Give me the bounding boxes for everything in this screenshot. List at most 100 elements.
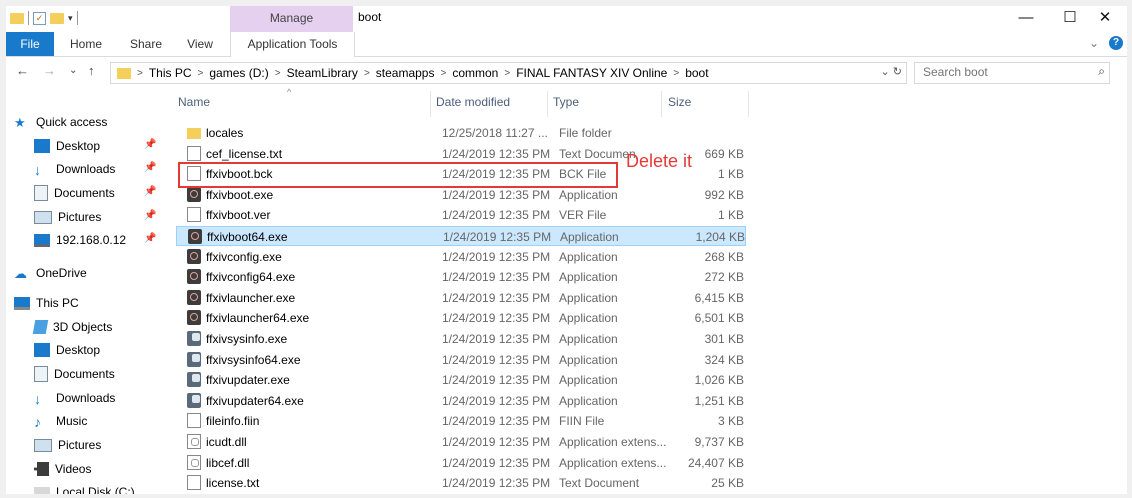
breadcrumb-games-drive[interactable]: games (D:) bbox=[209, 66, 268, 80]
nav-item-label: Documents bbox=[54, 367, 115, 381]
file-row[interactable]: libcef.dll 1/24/2019 12:35 PM Application … bbox=[176, 453, 746, 473]
file-row[interactable]: license.txt 1/24/2019 12:35 PM Text Docume… bbox=[176, 473, 746, 493]
chevron-right-icon[interactable]: > bbox=[198, 68, 204, 79]
refresh-icon[interactable]: ⌄ ↻ bbox=[881, 65, 903, 78]
nav-item-downloads[interactable]: ↓ Downloads bbox=[34, 158, 115, 180]
nav-item-pictures-pc[interactable]: Pictures bbox=[34, 434, 101, 456]
search-box[interactable]: ⌕ bbox=[914, 62, 1110, 84]
nav-item-3d-objects[interactable]: 3D Objects bbox=[32, 316, 112, 338]
new-folder-icon[interactable] bbox=[50, 12, 64, 24]
breadcrumb-boot[interactable]: boot bbox=[685, 66, 708, 80]
help-icon[interactable]: ? bbox=[1109, 36, 1123, 50]
file-date-modified: 1/24/2019 12:35 PM bbox=[442, 414, 551, 429]
nav-item-onedrive[interactable]: ☁ OneDrive bbox=[14, 262, 87, 284]
pin-icon[interactable]: 📌 bbox=[144, 162, 156, 173]
breadcrumb-common[interactable]: common bbox=[452, 66, 498, 80]
file-row[interactable]: ffxivsysinfo.exe 1/24/2019 12:35 PM Applic… bbox=[176, 329, 746, 349]
pin-icon[interactable]: 📌 bbox=[144, 139, 156, 150]
file-row[interactable]: ffxivupdater64.exe 1/24/2019 12:35 PM Appl… bbox=[176, 391, 746, 411]
tab-view[interactable]: View bbox=[180, 32, 220, 56]
file-row[interactable]: fileinfo.fiin 1/24/2019 12:35 PM FIIN File… bbox=[176, 411, 746, 431]
nav-item-label: Quick access bbox=[36, 115, 108, 129]
file-name: cef_license.txt bbox=[206, 146, 283, 161]
nav-item-local-disk[interactable]: Local Disk (C:) bbox=[34, 481, 135, 494]
pin-icon[interactable]: 📌 bbox=[144, 233, 156, 244]
file-size: 992 KB bbox=[704, 187, 744, 202]
nav-item-downloads-pc[interactable]: ↓ Downloads bbox=[34, 387, 115, 409]
nav-item-network-drive[interactable]: 192.168.0.12 bbox=[34, 229, 126, 251]
breadcrumb-ffxiv[interactable]: FINAL FANTASY XIV Online bbox=[516, 66, 667, 80]
file-row[interactable]: icudt.dll 1/24/2019 12:35 PM Application e… bbox=[176, 432, 746, 452]
search-icon[interactable]: ⌕ bbox=[1098, 64, 1105, 79]
nav-item-label: Downloads bbox=[56, 391, 116, 405]
file-name: ffxivsysinfo.exe bbox=[206, 332, 288, 346]
file-row[interactable]: ffxivsysinfo64.exe 1/24/2019 12:35 PM Appl… bbox=[176, 350, 746, 370]
close-button[interactable]: ✕ bbox=[1083, 6, 1127, 32]
nav-item-this-pc[interactable]: This PC bbox=[14, 292, 79, 314]
file-row[interactable]: ffxivconfig.exe 1/24/2019 12:35 PM Applica… bbox=[176, 247, 746, 267]
minimize-button[interactable]: — bbox=[1004, 6, 1048, 32]
nav-item-quick-access[interactable]: ★ Quick access bbox=[14, 111, 107, 133]
nav-item-documents-pc[interactable]: Documents bbox=[34, 363, 115, 385]
customize-toolbar-icon[interactable]: ▾ bbox=[68, 13, 73, 24]
breadcrumb-steamlibrary[interactable]: SteamLibrary bbox=[287, 66, 358, 80]
nav-item-label: Desktop bbox=[56, 139, 101, 153]
file-name: libcef.dll bbox=[206, 455, 250, 470]
sysinfo-app-icon bbox=[187, 331, 201, 346]
nav-item-desktop[interactable]: Desktop bbox=[34, 135, 100, 157]
file-name: ffxivupdater.exe bbox=[206, 373, 290, 388]
file-row[interactable]: ffxivlauncher64.exe 1/24/2019 12:35 PM App… bbox=[176, 308, 746, 328]
column-header-size[interactable]: Size bbox=[668, 95, 691, 109]
file-type: Application extens... bbox=[559, 455, 667, 470]
back-arrow-icon[interactable]: ← bbox=[16, 63, 29, 78]
file-type: Application bbox=[559, 249, 618, 264]
nav-item-documents[interactable]: Documents bbox=[34, 182, 115, 204]
properties-icon[interactable]: ✓ bbox=[33, 11, 46, 25]
forward-arrow-icon[interactable]: → bbox=[43, 63, 56, 78]
column-divider[interactable] bbox=[547, 91, 548, 117]
folder-icon[interactable] bbox=[10, 12, 24, 24]
tab-home[interactable]: Home bbox=[64, 32, 108, 56]
chevron-right-icon[interactable]: > bbox=[137, 68, 143, 79]
column-header-type[interactable]: Type bbox=[553, 95, 579, 109]
column-header-name[interactable]: Name bbox=[178, 95, 210, 109]
tab-share[interactable]: Share bbox=[124, 32, 168, 56]
nav-item-desktop-pc[interactable]: Desktop bbox=[34, 339, 100, 361]
column-divider[interactable] bbox=[748, 91, 749, 117]
tab-file[interactable]: File bbox=[6, 32, 54, 56]
file-row[interactable]: ffxivboot64.exe 1/24/2019 12:35 PM Applica… bbox=[176, 226, 746, 246]
column-divider[interactable] bbox=[661, 91, 662, 117]
chevron-right-icon[interactable]: > bbox=[364, 68, 370, 79]
chevron-right-icon[interactable]: > bbox=[504, 68, 510, 79]
column-divider[interactable] bbox=[430, 91, 431, 117]
breadcrumb-steamapps[interactable]: steamapps bbox=[376, 66, 435, 80]
expand-ribbon-icon[interactable]: ⌄ bbox=[1089, 36, 1099, 50]
nav-item-music[interactable]: ♪ Music bbox=[34, 410, 87, 432]
search-input[interactable] bbox=[915, 63, 1083, 81]
sort-ascending-icon: ^ bbox=[287, 87, 292, 97]
nav-item-videos[interactable]: Videos bbox=[34, 458, 91, 480]
pin-icon[interactable]: 📌 bbox=[144, 186, 156, 197]
file-name: ffxivconfig64.exe bbox=[206, 270, 296, 285]
file-row[interactable]: ffxivlauncher.exe 1/24/2019 12:35 PM Appli… bbox=[176, 288, 746, 308]
pin-icon[interactable]: 📌 bbox=[144, 210, 156, 221]
up-arrow-icon[interactable]: ↑ bbox=[88, 63, 95, 78]
address-bar[interactable]: > This PC > games (D:) > SteamLibrary > … bbox=[110, 62, 907, 84]
file-row[interactable]: ffxivupdater.exe 1/24/2019 12:35 PM Applic… bbox=[176, 370, 746, 390]
breadcrumb-this-pc[interactable]: This PC bbox=[149, 66, 192, 80]
tab-application-tools[interactable]: Application Tools bbox=[230, 32, 355, 57]
chevron-right-icon[interactable]: > bbox=[673, 68, 679, 79]
folder-icon bbox=[187, 128, 201, 139]
file-row[interactable]: locales 12/25/2018 11:27 ... File folder bbox=[176, 123, 746, 143]
chevron-right-icon[interactable]: > bbox=[275, 68, 281, 79]
annotation-highlight-box bbox=[178, 162, 618, 188]
chevron-right-icon[interactable]: > bbox=[440, 68, 446, 79]
file-row[interactable]: ffxivconfig64.exe 1/24/2019 12:35 PM Appli… bbox=[176, 267, 746, 287]
file-name: ffxivconfig.exe bbox=[206, 249, 282, 264]
cloud-icon: ☁ bbox=[14, 266, 27, 281]
nav-item-pictures[interactable]: Pictures bbox=[34, 206, 101, 228]
column-header-date[interactable]: Date modified bbox=[436, 95, 510, 109]
recent-locations-icon[interactable]: ⌄ bbox=[69, 65, 77, 76]
app-icon bbox=[188, 229, 202, 244]
file-row[interactable]: ffxivboot.ver 1/24/2019 12:35 PM VER File 1… bbox=[176, 205, 746, 225]
